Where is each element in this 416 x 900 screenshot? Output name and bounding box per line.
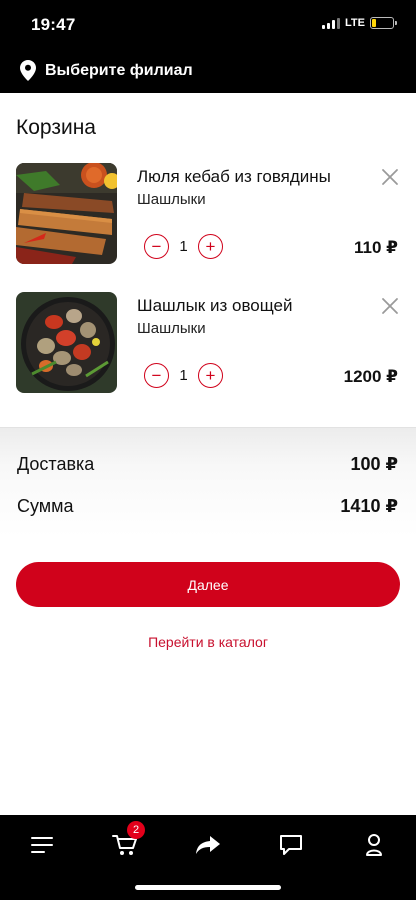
quantity-stepper: − 1 + xyxy=(144,234,223,259)
remove-item-button[interactable] xyxy=(380,296,400,316)
vegetable-shashlik-photo xyxy=(16,292,117,393)
branch-selector[interactable]: Выберите филиал xyxy=(20,60,193,81)
cart-item: Шашлык из овощей Шашлыки − 1 + 1200 ₽ xyxy=(0,292,416,402)
close-icon xyxy=(382,169,398,185)
item-name: Шашлык из овощей xyxy=(137,296,293,315)
tab-menu[interactable] xyxy=(22,829,62,861)
profile-icon xyxy=(366,834,382,856)
page-title: Корзина xyxy=(16,116,96,139)
delivery-row: Доставка 100 ₽ xyxy=(17,454,398,475)
network-label: LTE xyxy=(345,17,365,29)
tab-profile[interactable] xyxy=(354,829,394,861)
sum-value: 1410 ₽ xyxy=(340,496,398,516)
branch-label: Выберите филиал xyxy=(45,61,193,79)
status-indicators: LTE xyxy=(322,17,397,29)
quantity-value: 1 xyxy=(179,238,188,255)
chat-icon xyxy=(280,835,302,855)
increase-quantity-button[interactable]: + xyxy=(198,363,223,388)
item-category: Шашлыки xyxy=(137,320,206,337)
delivery-label: Доставка xyxy=(17,454,95,474)
catalog-link[interactable]: Перейти в каталог xyxy=(0,634,416,650)
battery-icon xyxy=(370,17,397,29)
next-button[interactable]: Далее xyxy=(16,562,400,607)
quantity-stepper: − 1 + xyxy=(144,363,223,388)
quantity-value: 1 xyxy=(179,367,188,384)
sum-label: Сумма xyxy=(17,496,74,516)
item-price: 1200 ₽ xyxy=(343,367,398,386)
share-icon xyxy=(196,836,220,854)
close-icon xyxy=(382,298,398,314)
status-time: 19:47 xyxy=(31,15,76,34)
decrease-quantity-button[interactable]: − xyxy=(144,363,169,388)
battery-level xyxy=(372,19,376,27)
location-pin-icon xyxy=(20,60,36,81)
menu-icon xyxy=(31,837,53,853)
item-price: 110 ₽ xyxy=(354,238,398,257)
sum-row: Сумма 1410 ₽ xyxy=(17,496,398,517)
item-category: Шашлыки xyxy=(137,191,206,208)
order-summary: Доставка 100 ₽ Сумма 1410 ₽ xyxy=(0,427,416,537)
lula-kebab-photo xyxy=(16,163,117,264)
item-name: Люля кебаб из говядины xyxy=(137,167,331,186)
increase-quantity-button[interactable]: + xyxy=(198,234,223,259)
cart-item: Люля кебаб из говядины Шашлыки − 1 + 110… xyxy=(0,163,416,273)
delivery-value: 100 ₽ xyxy=(350,454,398,474)
signal-icon xyxy=(322,17,341,29)
top-bar: 19:47 LTE Выберите филиал xyxy=(0,0,416,93)
home-indicator[interactable] xyxy=(135,885,281,890)
tab-cart[interactable]: 2 xyxy=(105,821,145,861)
remove-item-button[interactable] xyxy=(380,167,400,187)
decrease-quantity-button[interactable]: − xyxy=(144,234,169,259)
tab-chat[interactable] xyxy=(271,829,311,861)
tab-share[interactable] xyxy=(188,829,228,861)
cart-badge: 2 xyxy=(127,821,145,839)
